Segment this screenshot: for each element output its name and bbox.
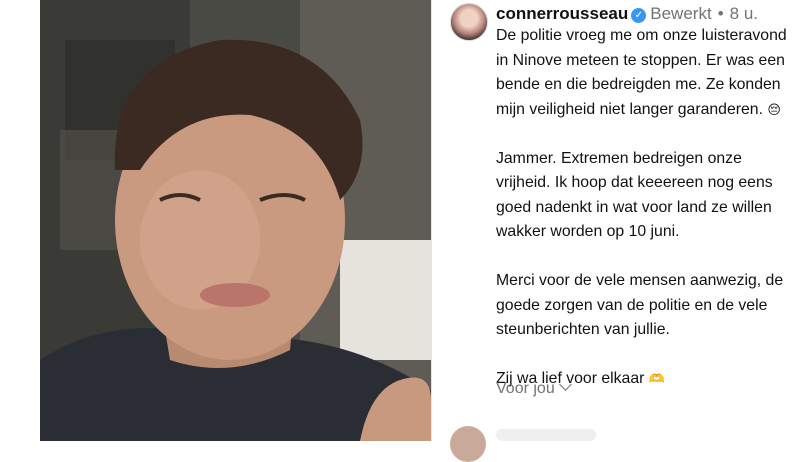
post-caption: De politie vroeg me om onze luisteravond… (496, 24, 796, 416)
verified-badge-icon: ✓ (631, 8, 647, 23)
voor-jou-label: Voor jou (496, 380, 555, 397)
avatar[interactable] (450, 3, 488, 41)
video-player[interactable] (40, 0, 431, 441)
heart-hands-emoji-icon: 🫶 (648, 371, 665, 386)
next-comment-placeholder (496, 429, 596, 441)
caption-paragraph: De politie vroeg me om onze luisteravond… (496, 24, 796, 122)
edited-label: Bewerkt (650, 4, 712, 23)
left-gutter (0, 0, 40, 441)
separator-dot: • (717, 4, 724, 23)
caption-paragraph: Jammer. Extremen bedreigen onze vrijheid… (496, 149, 773, 241)
post-header: connerrousseau ✓ Bewerkt • 8 u. (496, 4, 758, 24)
chevron-down-icon (558, 378, 572, 391)
video-frame (40, 0, 431, 441)
caption-paragraph: Merci voor de vele mensen aanwezig, de g… (496, 272, 784, 338)
voor-jou-dropdown[interactable]: Voor jou (496, 378, 572, 398)
next-comment-avatar[interactable] (450, 426, 486, 462)
post-panel: connerrousseau ✓ Bewerkt • 8 u. De politie v… (432, 0, 800, 462)
caption-text: De politie vroeg me om onze luisteravond… (496, 27, 787, 118)
post-time[interactable]: 8 u. (730, 4, 758, 23)
username-link[interactable]: connerrousseau (496, 4, 628, 23)
pensive-emoji-icon: 😔 (767, 101, 781, 117)
